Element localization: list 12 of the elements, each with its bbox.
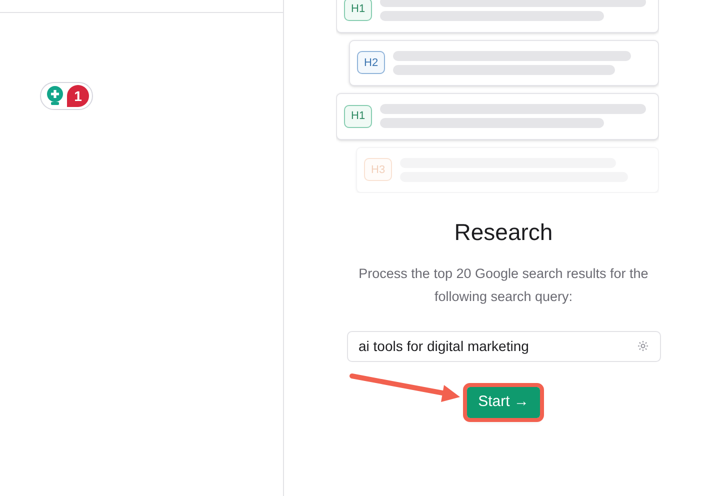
description: Process the top 20 Google search results for the following search query: — [358, 264, 650, 306]
research-title: Research — [454, 218, 553, 247]
heading-tag: H2 — [357, 51, 386, 74]
lightbulb-icon — [46, 86, 64, 106]
heading-tag: H1 — [344, 0, 372, 21]
tip-badge[interactable]: 1 — [40, 82, 93, 110]
heading-tag: H1 — [344, 104, 372, 128]
start-button[interactable]: Start → — [467, 386, 540, 418]
query-field[interactable]: ai tools for digital marketing — [346, 330, 660, 362]
settings-icon[interactable] — [636, 340, 648, 352]
count-badge: 1 — [67, 85, 89, 107]
heading-tag: H3 — [364, 158, 392, 182]
